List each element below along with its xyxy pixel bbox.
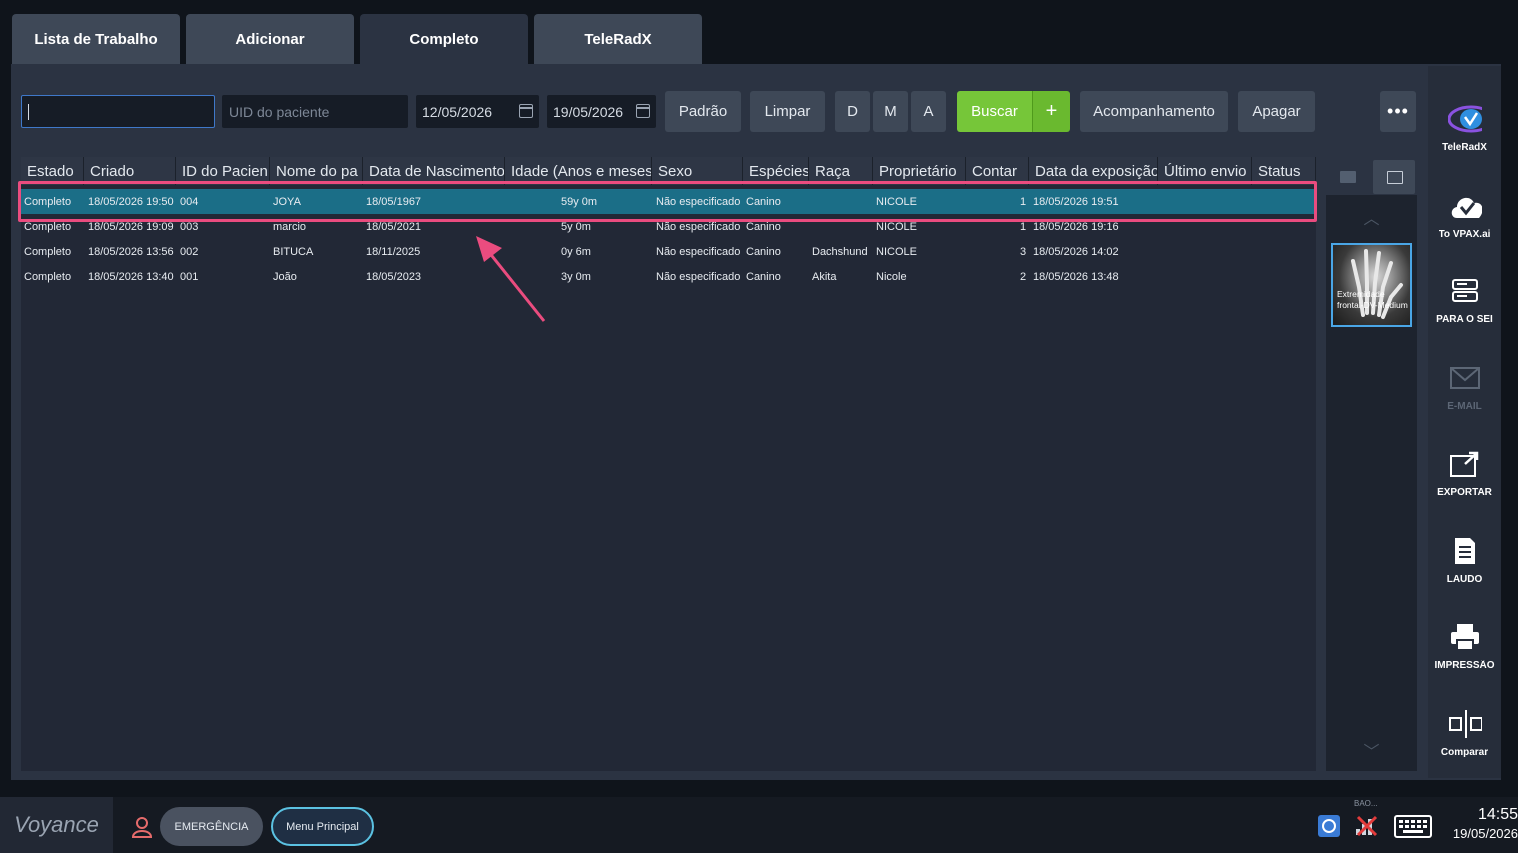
sidebar-item-exportar[interactable]: EXPORTAR — [1428, 439, 1501, 519]
table-cell: 18/05/2023 — [366, 270, 422, 283]
eye-icon — [1447, 102, 1482, 136]
highlight-annotation — [18, 181, 1317, 222]
thumbnail-panel: ︿ Extremidade frontal-DV-Medium ﹀ — [1326, 157, 1417, 771]
year-filter-button[interactable]: A — [911, 91, 946, 132]
buscar-button[interactable]: Buscar — [957, 91, 1032, 132]
calendar-icon[interactable] — [636, 104, 650, 118]
sidebar-item-comparar[interactable]: Comparar — [1428, 699, 1501, 779]
table-cell: Completo — [24, 245, 72, 258]
action-sidebar: TeleRadX To VPAX.ai PARA O SEI E-MAIL EX… — [1428, 66, 1501, 778]
table-cell: 001 — [180, 270, 199, 283]
chevron-down-icon[interactable]: ﹀ — [1326, 735, 1417, 765]
chevron-up-icon[interactable]: ︿ — [1326, 202, 1417, 232]
date-to-input[interactable]: 19/05/2026 — [547, 95, 656, 128]
image-thumbnail[interactable]: Extremidade frontal-DV-Medium — [1331, 243, 1412, 327]
network-disconnected-icon[interactable] — [1352, 808, 1380, 844]
app-window: Lista de Trabalho Adicionar Completo Tel… — [0, 0, 1518, 853]
compare-icon — [1448, 707, 1482, 741]
table-cell: Nicole — [876, 270, 907, 283]
more-options-button[interactable]: ••• — [1380, 91, 1416, 132]
table-cell: 18/11/2025 — [366, 245, 421, 258]
brand-logo: Voyance — [0, 797, 113, 853]
table-cell: Não especificado — [656, 270, 741, 283]
sidebar-item-email[interactable]: E-MAIL — [1428, 353, 1501, 433]
server-icon — [1448, 274, 1482, 308]
padrao-button[interactable]: Padrão — [665, 91, 741, 132]
email-icon — [1448, 361, 1482, 395]
date-from-input[interactable]: 12/05/2026 — [416, 95, 539, 128]
table-cell: 2 — [1020, 270, 1027, 283]
sidebar-item-para-o-sei[interactable]: PARA O SEI — [1428, 266, 1501, 346]
tab-bar: Lista de Trabalho Adicionar Completo Tel… — [12, 14, 702, 64]
main-menu-button[interactable]: Menu Principal — [271, 807, 374, 846]
tray-app-icon[interactable] — [1316, 808, 1342, 844]
table-cell: Canino — [746, 245, 781, 258]
export-icon — [1448, 447, 1482, 481]
xray-hand-icon — [1351, 249, 1403, 319]
table-cell: 3y 0m — [561, 270, 591, 283]
table-cell: João — [273, 270, 297, 283]
tab-completo[interactable]: Completo — [360, 14, 528, 64]
folder-icon[interactable] — [1340, 171, 1356, 183]
table-cell: 0y 6m — [561, 245, 591, 258]
table-cell: Dachshund — [812, 245, 868, 258]
table-row[interactable]: Completo 18/05/2026 13:56 002 BITUCA 18/11/2… — [21, 239, 1316, 264]
study-table: Estado Criado ID do Pacien Nome do pa Data d… — [21, 157, 1316, 771]
day-filter-button[interactable]: D — [835, 91, 870, 132]
text-caret — [28, 104, 29, 120]
document-icon — [1448, 534, 1482, 568]
emergency-button[interactable]: EMERGÊNCIA — [160, 807, 263, 846]
table-cell: NICOLE — [876, 245, 917, 258]
table-cell: 18/05/2026 13:56 — [88, 245, 174, 258]
thumbnail-header — [1326, 157, 1417, 195]
keyboard-icon[interactable] — [1393, 808, 1433, 844]
table-cell: 002 — [180, 245, 199, 258]
apagar-button[interactable]: Apagar — [1238, 91, 1315, 132]
acompanhamento-button[interactable]: Acompanhamento — [1080, 91, 1228, 132]
limpar-button[interactable]: Limpar — [750, 91, 825, 132]
table-cell: Não especificado — [656, 245, 741, 258]
cloud-check-icon — [1448, 189, 1482, 223]
system-clock: 14:55 19/05/2026 — [1453, 806, 1518, 841]
date-to-value: 19/05/2026 — [553, 103, 624, 120]
table-cell: 18/05/2026 14:02 — [1033, 245, 1119, 258]
table-cell: BITUCA — [273, 245, 314, 258]
table-cell: 3 — [1020, 245, 1027, 258]
table-cell: Canino — [746, 270, 781, 283]
tray-label: BAO... — [1354, 799, 1378, 808]
table-cell: Akita — [812, 270, 837, 283]
clock-time: 14:55 — [1477, 806, 1518, 823]
month-filter-button[interactable]: M — [873, 91, 908, 132]
sidebar-item-teleradx[interactable]: TeleRadX — [1428, 94, 1501, 174]
tab-adicionar[interactable]: Adicionar — [186, 14, 354, 64]
printer-icon — [1448, 620, 1482, 654]
tab-lista-de-trabalho[interactable]: Lista de Trabalho — [12, 14, 180, 64]
table-cell: 18/05/2026 13:40 — [88, 270, 174, 283]
sidebar-item-to-vpax[interactable]: To VPAX.ai — [1428, 181, 1501, 261]
arrow-annotation-icon — [476, 236, 546, 322]
patient-uid-input[interactable]: UID do paciente — [222, 95, 408, 128]
date-from-value: 12/05/2026 — [422, 103, 493, 120]
sidebar-item-laudo[interactable]: LAUDO — [1428, 526, 1501, 606]
user-icon[interactable] — [131, 816, 153, 838]
table-row[interactable]: Completo 18/05/2026 13:40 001 João 18/05/202… — [21, 264, 1316, 289]
calendar-icon[interactable] — [519, 104, 533, 118]
search-input[interactable] — [21, 95, 215, 128]
clock-date: 19/05/2026 — [1452, 826, 1518, 841]
thumbnail-label: Extremidade frontal-DV-Medium — [1337, 289, 1408, 310]
add-search-button[interactable]: + — [1032, 91, 1070, 132]
sidebar-item-impressao[interactable]: IMPRESSÃO — [1428, 612, 1501, 692]
tab-teleradx[interactable]: TeleRadX — [534, 14, 702, 64]
gallery-icon[interactable] — [1373, 160, 1415, 194]
table-cell: 18/05/2026 13:48 — [1033, 270, 1119, 283]
table-cell: Completo — [24, 270, 72, 283]
